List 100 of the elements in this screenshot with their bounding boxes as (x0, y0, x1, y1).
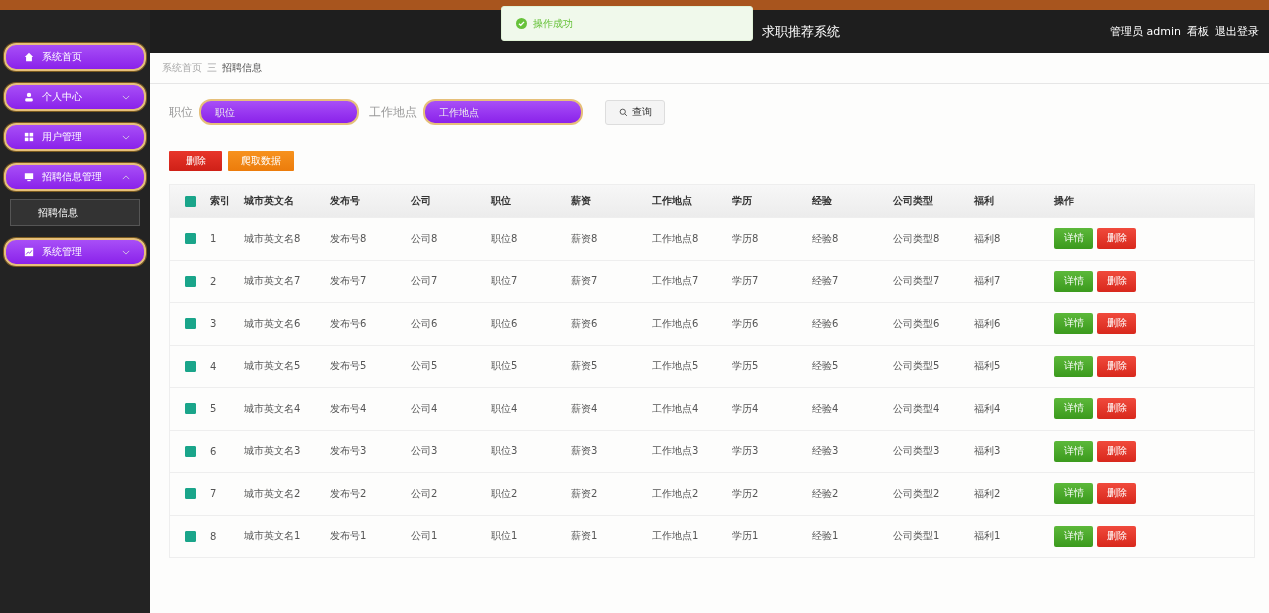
table-cell-text: 公司3 (411, 444, 439, 459)
row-checkbox[interactable] (184, 488, 196, 500)
home-icon (24, 52, 34, 62)
table-cell-text: 薪资5 (571, 359, 599, 374)
delete-button[interactable]: 删除 (1097, 355, 1136, 377)
table-cell-text: 公司1 (411, 529, 439, 544)
table-cell-text: 城市英文名8 (244, 231, 302, 246)
table-cell-text: 工作地点5 (652, 359, 700, 374)
header-link[interactable]: 看板 (1187, 24, 1209, 39)
table-cell-text: 8 (210, 530, 218, 542)
column-header: 福利 (974, 194, 995, 208)
table-cell-text: 福利4 (974, 401, 1002, 416)
menu-item[interactable]: 用户管理 (4, 123, 146, 151)
action-button[interactable]: 删除 (169, 151, 222, 171)
table-cell-text: 公司4 (411, 401, 439, 416)
column-header: 操作 (1054, 194, 1075, 208)
table-cell-text: 工作地点7 (652, 274, 700, 289)
chevron-down-icon (122, 134, 130, 140)
row-checkbox[interactable] (184, 275, 196, 287)
breadcrumb-item: 招聘信息 (222, 61, 262, 75)
table-cell-text: 城市英文名7 (244, 274, 302, 289)
delete-button[interactable]: 删除 (1097, 525, 1136, 547)
row-checkbox[interactable] (184, 445, 196, 457)
chevron-down-icon (122, 249, 130, 255)
delete-button[interactable]: 删除 (1097, 483, 1136, 505)
submenu-item[interactable]: 招聘信息 (10, 199, 140, 226)
user-label: 管理员 admin (1110, 24, 1181, 39)
table-cell-text: 公司5 (411, 359, 439, 374)
delete-button[interactable]: 删除 (1097, 398, 1136, 420)
table-cell-text: 福利8 (974, 231, 1002, 246)
table-cell-text: 经验7 (812, 274, 840, 289)
column-header: 发布号 (330, 194, 361, 208)
details-button[interactable]: 详情 (1054, 525, 1093, 547)
table-cell-text: 发布号3 (330, 444, 368, 459)
field-label: 工作地点 (369, 103, 417, 121)
table-cell-text: 工作地点1 (652, 529, 700, 544)
details-button[interactable]: 详情 (1054, 313, 1093, 335)
column-header: 职位 (491, 194, 512, 208)
table-cell-text: 薪资8 (571, 231, 599, 246)
table-cell-text: 工作地点4 (652, 401, 700, 416)
table-cell-text: 职位1 (491, 529, 519, 544)
row-checkbox[interactable] (184, 318, 196, 330)
delete-button[interactable]: 删除 (1097, 313, 1136, 335)
details-button[interactable]: 详情 (1054, 270, 1093, 292)
table-cell-text: 福利2 (974, 486, 1002, 501)
table-cell-text: 学历5 (732, 359, 760, 374)
row-checkbox[interactable] (184, 360, 196, 372)
table-cell-text: 学历4 (732, 401, 760, 416)
menu-item[interactable]: 系统管理 (4, 238, 146, 266)
table-cell-text: 发布号7 (330, 274, 368, 289)
chart-icon (24, 247, 34, 257)
search-field[interactable]: 工作地点 (423, 99, 583, 125)
details-button[interactable]: 详情 (1054, 398, 1093, 420)
select-all-checkbox[interactable] (184, 195, 196, 207)
table-cell-text: 城市英文名1 (244, 529, 302, 544)
table-cell-text: 城市英文名5 (244, 359, 302, 374)
column-header: 公司 (411, 194, 432, 208)
table-cell-text: 薪资1 (571, 529, 599, 544)
delete-button[interactable]: 删除 (1097, 440, 1136, 462)
table-cell-text: 薪资7 (571, 274, 599, 289)
check-circle-icon (516, 18, 527, 29)
chevron-up-icon (122, 174, 130, 180)
details-button[interactable]: 详情 (1054, 440, 1093, 462)
table-cell-text: 公司类型4 (893, 401, 941, 416)
table-cell-text: 3 (210, 318, 218, 330)
search-button[interactable]: 查询 (605, 99, 665, 125)
table-cell-text: 发布号8 (330, 231, 368, 246)
table-cell-text: 工作地点8 (652, 231, 700, 246)
table-cell-text: 发布号4 (330, 401, 368, 416)
table-cell-text: 发布号6 (330, 316, 368, 331)
breadcrumb-item[interactable]: 系统首页 (162, 61, 202, 75)
menu-item[interactable]: 系统首页 (4, 43, 146, 71)
monitor-icon (24, 172, 34, 182)
table-cell-text: 经验8 (812, 231, 840, 246)
column-header: 薪资 (571, 194, 592, 208)
table-cell-text: 公司类型6 (893, 316, 941, 331)
table-cell-text: 工作地点6 (652, 316, 700, 331)
table-cell-text: 福利3 (974, 444, 1002, 459)
header-link[interactable]: 退出登录 (1215, 24, 1259, 39)
row-checkbox[interactable] (184, 233, 196, 245)
table-cell-text: 发布号1 (330, 529, 368, 544)
table-cell-text: 发布号5 (330, 359, 368, 374)
table-cell-text: 经验6 (812, 316, 840, 331)
details-button[interactable]: 详情 (1054, 483, 1093, 505)
table-cell-text: 学历7 (732, 274, 760, 289)
table-cell-text: 薪资4 (571, 401, 599, 416)
action-button[interactable]: 爬取数据 (228, 151, 294, 171)
details-button[interactable]: 详情 (1054, 228, 1093, 250)
details-button[interactable]: 详情 (1054, 355, 1093, 377)
table-cell-text: 城市英文名2 (244, 486, 302, 501)
chevron-down-icon (122, 94, 130, 100)
row-checkbox[interactable] (184, 530, 196, 542)
menu-item[interactable]: 个人中心 (4, 83, 146, 111)
row-checkbox[interactable] (184, 403, 196, 415)
menu-item[interactable]: 招聘信息管理 (4, 163, 146, 191)
search-field[interactable]: 职位 (199, 99, 359, 125)
table-cell-text: 职位3 (491, 444, 519, 459)
delete-button[interactable]: 删除 (1097, 270, 1136, 292)
delete-button[interactable]: 删除 (1097, 228, 1136, 250)
table-cell-text: 薪资2 (571, 486, 599, 501)
